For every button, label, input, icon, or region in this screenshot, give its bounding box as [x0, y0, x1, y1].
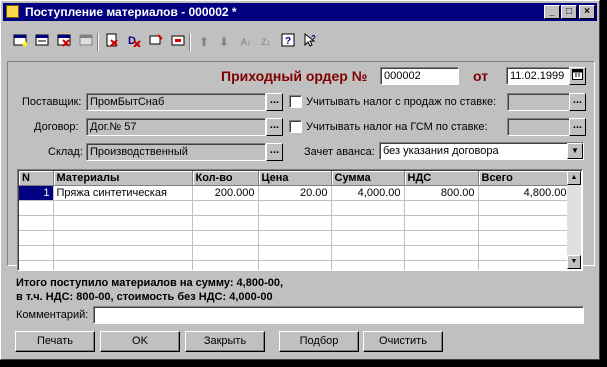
- table-cell[interactable]: 1: [19, 185, 54, 201]
- comment-field[interactable]: [93, 306, 584, 324]
- column-header[interactable]: Всего: [478, 171, 571, 186]
- toolbar-separator: [189, 33, 191, 51]
- sort-asc-icon[interactable]: A↓: [237, 33, 255, 51]
- tax-sales-label: Учитывать налог с продаж по ставке:: [306, 96, 497, 108]
- scroll-down-icon[interactable]: ▼: [567, 255, 581, 269]
- column-header[interactable]: Кол-во: [192, 171, 259, 186]
- table-row-empty[interactable]: [19, 230, 571, 246]
- column-header[interactable]: НДС: [404, 171, 479, 186]
- maximize-button[interactable]: □: [561, 5, 577, 19]
- summary-line-2: в т.ч. НДС: 800-00, стоимость без НДС: 4…: [16, 291, 273, 303]
- supplier-field[interactable]: ПромБытСнаб: [86, 93, 266, 111]
- tax-sales-checkbox[interactable]: [289, 95, 302, 108]
- table-row[interactable]: 1 Пряжа синтетическая 200.000 20.00 4,00…: [19, 185, 571, 201]
- insert-item-icon[interactable]: [169, 33, 187, 51]
- close-button[interactable]: ×: [579, 5, 595, 19]
- edit-item-icon[interactable]: [147, 33, 165, 51]
- calendar-button[interactable]: [569, 67, 586, 85]
- minimize-button[interactable]: _: [544, 5, 560, 19]
- select-button[interactable]: Подбор: [279, 331, 359, 352]
- svg-text:✱: ✱: [22, 40, 27, 47]
- table-row-empty[interactable]: [19, 245, 571, 261]
- table-cell[interactable]: Пряжа синтетическая: [53, 185, 193, 201]
- document-window: Поступление материалов - 000002 * _ □ × …: [0, 0, 600, 360]
- chevron-down-icon[interactable]: ▼: [567, 143, 583, 159]
- date-field[interactable]: 11.02.1999: [506, 67, 570, 85]
- delete-icon[interactable]: D: [125, 33, 143, 51]
- toolbar: ✱ D ⬆ ⬇ A↓ Z↓ ? ?: [5, 31, 595, 53]
- table-cell[interactable]: 20.00: [258, 185, 332, 201]
- table-cell[interactable]: 800.00: [404, 185, 479, 201]
- document-icon: [6, 5, 19, 18]
- table-row-empty[interactable]: [19, 260, 571, 270]
- new-row-icon[interactable]: ✱: [11, 33, 29, 51]
- context-help-icon[interactable]: ?: [301, 32, 319, 51]
- tax-gsm-rate-field[interactable]: [507, 118, 570, 136]
- comment-label: Комментарий:: [16, 309, 89, 321]
- order-number-field[interactable]: 000002: [380, 67, 459, 85]
- table-header-row: N Материалы Кол-во Цена Сумма НДС Всего: [19, 171, 571, 186]
- table-row-empty[interactable]: [19, 215, 571, 231]
- tax-sales-select-button[interactable]: ...: [569, 93, 586, 111]
- copy-row-icon[interactable]: [33, 33, 51, 51]
- title-bar[interactable]: Поступление материалов - 000002 * _ □ ×: [3, 3, 597, 21]
- tax-gsm-select-button[interactable]: ...: [569, 118, 586, 136]
- tax-gsm-checkbox[interactable]: [289, 120, 302, 133]
- column-header[interactable]: Материалы: [53, 171, 193, 186]
- summary-line-1: Итого поступило материалов на сумму: 4,8…: [16, 277, 284, 289]
- warehouse-field[interactable]: Производственный: [86, 143, 266, 161]
- table-scrollbar[interactable]: ▲ ▼: [567, 171, 581, 269]
- supplier-label: Поставщик:: [22, 96, 82, 108]
- tax-gsm-label: Учитывать налог на ГСМ по ставке:: [306, 121, 488, 133]
- svg-text:?: ?: [311, 34, 316, 43]
- date-from-label: от: [473, 68, 489, 84]
- column-header[interactable]: N: [19, 171, 54, 186]
- clear-button[interactable]: Очистить: [363, 331, 443, 352]
- materials-table[interactable]: N Материалы Кол-во Цена Сумма НДС Всего …: [17, 169, 583, 271]
- column-header[interactable]: Сумма: [331, 171, 405, 186]
- scroll-up-icon[interactable]: ▲: [567, 171, 581, 185]
- mark-delete-icon[interactable]: [103, 33, 121, 51]
- window-title: Поступление материалов - 000002 *: [25, 5, 237, 19]
- table-row-empty[interactable]: [19, 200, 571, 216]
- order-title: Приходный ордер №: [221, 68, 368, 84]
- help-icon[interactable]: ?: [279, 33, 297, 51]
- contract-select-button[interactable]: ...: [266, 118, 283, 136]
- tax-sales-rate-field[interactable]: [507, 93, 570, 111]
- delete-row-icon[interactable]: [55, 33, 73, 51]
- svg-text:?: ?: [285, 36, 291, 47]
- warehouse-select-button[interactable]: ...: [266, 143, 283, 161]
- close-dialog-button[interactable]: Закрыть: [185, 331, 265, 352]
- contract-label: Договор:: [34, 121, 79, 133]
- column-header[interactable]: Цена: [258, 171, 332, 186]
- table-cell[interactable]: 200.000: [192, 185, 259, 201]
- sort-desc-icon[interactable]: Z↓: [257, 33, 275, 51]
- table-cell[interactable]: 4,000.00: [331, 185, 405, 201]
- print-button[interactable]: Печать: [15, 331, 95, 352]
- ok-button[interactable]: OK: [100, 331, 180, 352]
- calendar-icon: [572, 69, 583, 80]
- move-down-icon[interactable]: ⬇: [215, 33, 233, 51]
- advance-value: без указания договора: [383, 145, 499, 157]
- contract-field[interactable]: Дог.№ 57: [86, 118, 266, 136]
- supplier-select-button[interactable]: ...: [266, 93, 283, 111]
- toolbar-separator: [97, 33, 99, 51]
- move-up-icon[interactable]: ⬆: [195, 33, 213, 51]
- table-cell[interactable]: 4,800.00: [478, 185, 571, 201]
- edit-row-icon[interactable]: [77, 33, 95, 51]
- advance-label: Зачет аванса:: [304, 146, 375, 158]
- warehouse-label: Склад:: [48, 146, 83, 158]
- advance-select[interactable]: без указания договора: [379, 142, 584, 160]
